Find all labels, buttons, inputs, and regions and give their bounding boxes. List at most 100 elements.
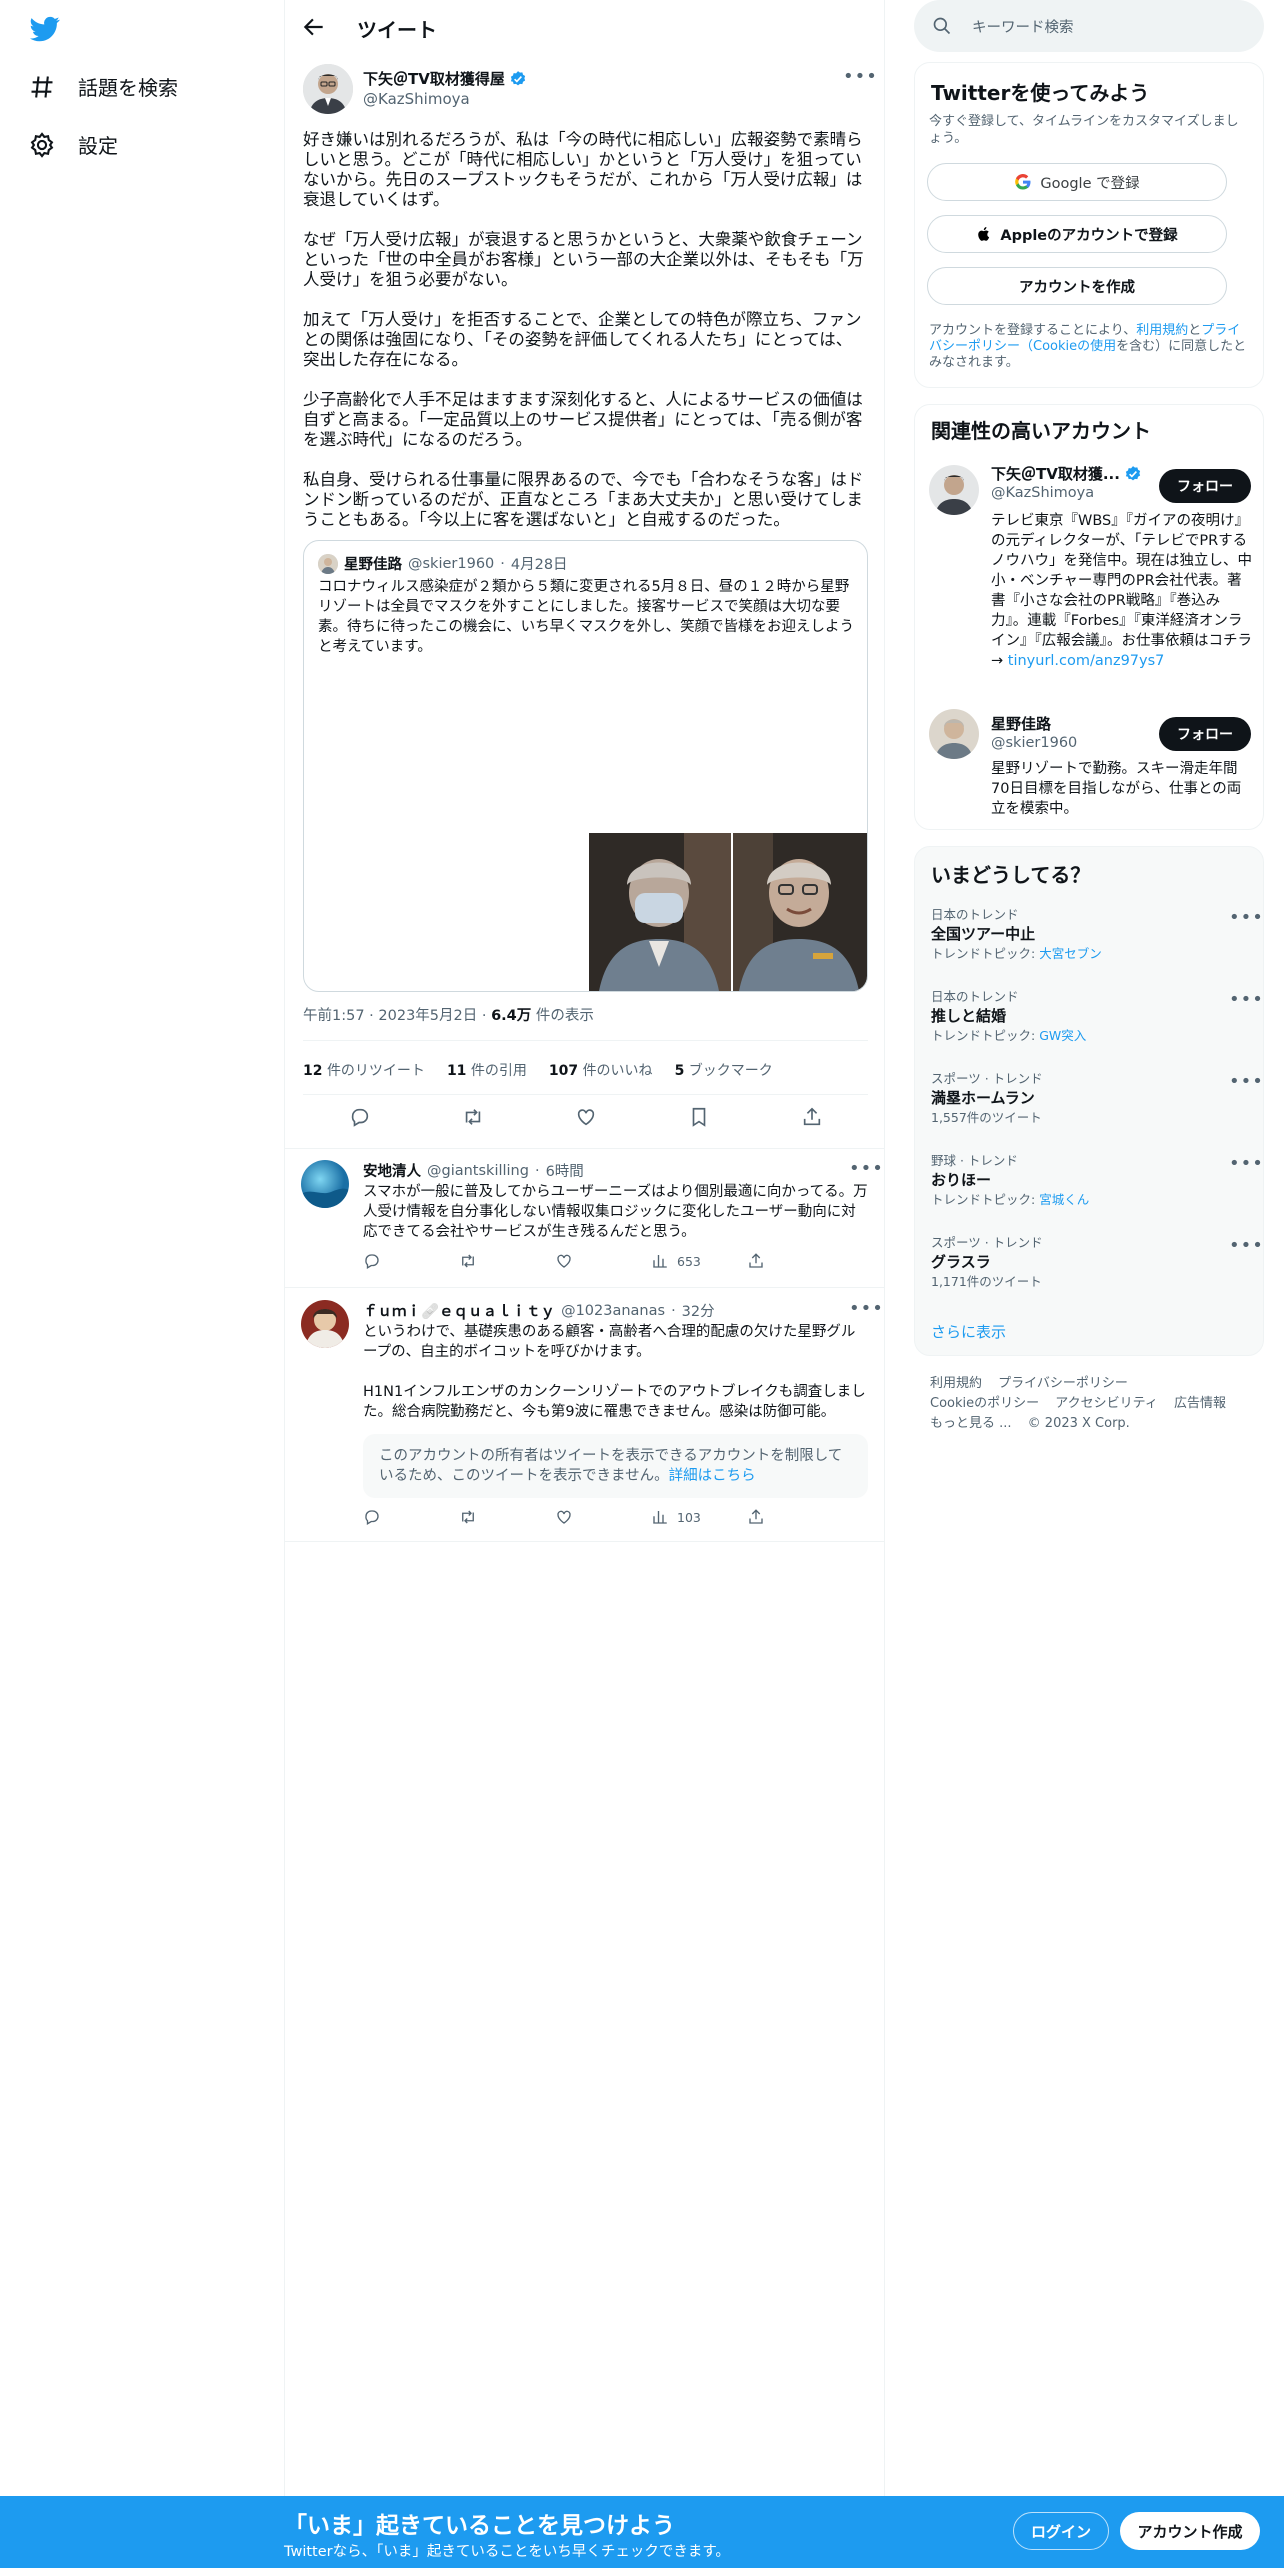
author-avatar[interactable] xyxy=(303,64,353,114)
footer-link[interactable]: Cookieのポリシー xyxy=(930,1396,1039,1411)
account-avatar[interactable] xyxy=(929,465,979,515)
trend-name: おりほー xyxy=(931,1171,992,1189)
trends-title: いまどうしてる？ xyxy=(931,863,1091,887)
footer-link[interactable]: 広告情報 xyxy=(1174,1396,1226,1411)
stat-bookmarks-count: 5 xyxy=(674,1063,685,1079)
quoted-tweet[interactable]: 星野佳路 @skier1960 · 4月28日 コロナウィルス感染症が２類から５… xyxy=(303,540,868,992)
footer-link[interactable]: 利用規約 xyxy=(930,1376,982,1391)
main-column: ツイート 下矢＠TV取材獲得屋 @KazShimoya ••• 好き嫌いは別れる… xyxy=(284,0,885,2568)
tweet-paragraph: 少子高齢化で人手不足はますます深刻化すると、人によるサービスの価値は自ずと高まる… xyxy=(303,390,863,449)
nav-explore[interactable]: 話題を検索 xyxy=(28,72,178,101)
reply-share-button[interactable] xyxy=(747,1508,843,1526)
create-account-button[interactable]: アカウントを作成 xyxy=(927,267,1227,305)
account-name: 下矢＠TV取材獲... xyxy=(991,465,1120,483)
retweet-icon[interactable] xyxy=(462,1106,484,1128)
trend-category: 日本のトレンド xyxy=(931,989,1019,1004)
more-options-icon[interactable]: ••• xyxy=(1229,1071,1263,1092)
more-options-icon[interactable]: ••• xyxy=(1229,1153,1263,1174)
trend-topic-link[interactable]: 宮城くん xyxy=(1039,1192,1089,1207)
reply-views-button[interactable]: 653 xyxy=(651,1252,747,1270)
stat-retweets[interactable]: 12 件のリツイート xyxy=(303,1060,425,1080)
verified-badge-icon xyxy=(510,70,525,85)
signup-button[interactable]: アカウント作成 xyxy=(1120,2512,1260,2550)
like-icon[interactable] xyxy=(575,1106,597,1128)
footer-link[interactable]: プライバシーポリシー xyxy=(998,1376,1128,1391)
reply-share-button[interactable] xyxy=(747,1252,843,1270)
footer-link[interactable]: アクセシビリティ xyxy=(1055,1396,1158,1411)
reply-author-name[interactable]: ｆｕｍｉ🩹ｅｑｕａｌｉｔｙ xyxy=(363,1300,555,1321)
tweet-views-label: 件の表示 xyxy=(535,1008,594,1024)
trend-sub-label: トレンドトピック: xyxy=(931,1028,1040,1043)
bookmark-icon[interactable] xyxy=(688,1106,710,1128)
author-name-row[interactable]: 下矢＠TV取材獲得屋 xyxy=(363,68,527,89)
header: ツイート xyxy=(285,0,885,54)
more-options-icon[interactable]: ••• xyxy=(849,1158,883,1179)
trend-name: 満塁ホームラン xyxy=(931,1089,1035,1107)
reply-retweet-button[interactable] xyxy=(459,1508,555,1526)
quote-photo-smiling[interactable] xyxy=(733,833,867,991)
trend-item[interactable]: スポーツ · トレンド 満塁ホームラン 1,557件のツイート ••• xyxy=(931,1071,1263,1127)
terms-link[interactable]: 利用規約 xyxy=(1136,323,1188,338)
copyright: © 2023 X Corp. xyxy=(1027,1416,1130,1431)
reply-retweet-button[interactable] xyxy=(459,1252,555,1270)
tweet-author: 下矢＠TV取材獲得屋 @KazShimoya ••• xyxy=(303,64,877,120)
trend-item[interactable]: 日本のトレンド 全国ツアー中止 トレンドトピック: 大宮セブン ••• xyxy=(931,907,1263,963)
tweet-time[interactable]: 午前1:57 xyxy=(303,1008,365,1024)
reply-reply-button[interactable] xyxy=(363,1508,459,1526)
share-icon[interactable] xyxy=(801,1106,823,1128)
nav-settings[interactable]: 設定 xyxy=(28,130,118,159)
reply-avatar[interactable] xyxy=(301,1300,349,1348)
stat-likes[interactable]: 107 件のいいね xyxy=(549,1060,653,1080)
account-name-row: 下矢＠TV取材獲... xyxy=(991,463,1142,484)
trend-item[interactable]: スポーツ · トレンド グラスラ 1,171件のツイート ••• xyxy=(931,1235,1263,1291)
reply-tweet[interactable]: ｆｕｍｉ🩹ｅｑｕａｌｉｔｙ @1023ananas · 32分 ••• というわ… xyxy=(285,1288,885,1542)
reply-like-button[interactable] xyxy=(555,1252,651,1270)
trend-topic-link[interactable]: GW突入 xyxy=(1039,1028,1086,1043)
tweet-text: 好き嫌いは別れるだろうが、私は「今の時代に相応しい」広報姿勢で素晴らしいと思う。… xyxy=(303,130,868,550)
tweet-date[interactable]: 2023年5月2日 xyxy=(378,1008,477,1024)
hashtag-icon xyxy=(31,75,53,98)
apple-signup-button[interactable]: Appleのアカウントで登録 xyxy=(927,215,1227,253)
twitter-logo-icon[interactable] xyxy=(28,14,62,44)
notice-learn-more-link[interactable]: 詳細はこちら xyxy=(669,1468,756,1484)
more-options-icon[interactable]: ••• xyxy=(1229,1235,1263,1256)
reply-reply-button[interactable] xyxy=(363,1252,459,1270)
left-nav: 話題を検索 設定 xyxy=(0,0,284,2568)
stat-likes-count: 107 xyxy=(548,1063,579,1079)
login-button[interactable]: ログイン xyxy=(1013,2512,1109,2550)
more-options-icon[interactable]: ••• xyxy=(1229,907,1263,928)
reply-time[interactable]: 6時間 xyxy=(546,1160,584,1181)
stat-bookmarks[interactable]: 5 ブックマーク xyxy=(675,1060,773,1080)
back-arrow-icon[interactable] xyxy=(301,14,327,40)
trend-topic-link[interactable]: 大宮セブン xyxy=(1039,946,1102,961)
trend-item[interactable]: 日本のトレンド 推しと結婚 トレンドトピック: GW突入 ••• xyxy=(931,989,1263,1045)
bottom-bar-title: 「いま」起きていることを見つけよう xyxy=(284,2513,675,2539)
reply-avatar[interactable] xyxy=(301,1160,349,1208)
reply-views-button[interactable]: 103 xyxy=(651,1508,747,1526)
show-more-trends-link[interactable]: さらに表示 xyxy=(931,1321,1006,1342)
follow-button[interactable]: フォロー xyxy=(1159,717,1251,751)
nav-explore-label: 話題を検索 xyxy=(78,76,178,100)
account-avatar[interactable] xyxy=(929,709,979,759)
trend-item[interactable]: 野球 · トレンド おりほー トレンドトピック: 宮城くん ••• xyxy=(931,1153,1263,1209)
follow-button[interactable]: フォロー xyxy=(1159,469,1251,503)
nav-settings-label: 設定 xyxy=(78,134,118,158)
trend-name: 推しと結婚 xyxy=(931,1007,1007,1025)
stat-quotes[interactable]: 11 件の引用 xyxy=(447,1060,527,1080)
more-options-icon[interactable]: ••• xyxy=(843,66,877,87)
reply-tweet[interactable]: 安地清人 @giantskilling · 6時間 ••• スマホが一般に普及し… xyxy=(285,1148,885,1288)
more-options-icon[interactable]: ••• xyxy=(1229,989,1263,1010)
author-name: 下矢＠TV取材獲得屋 xyxy=(363,70,505,88)
more-options-icon[interactable]: ••• xyxy=(849,1298,883,1319)
footer-link[interactable]: もっと見る ... xyxy=(930,1416,1012,1431)
quote-photo-masked[interactable] xyxy=(589,833,731,991)
reply-like-button[interactable] xyxy=(555,1508,651,1526)
reply-time[interactable]: 32分 xyxy=(682,1300,715,1321)
account-bio-link[interactable]: tinyurl.com/anz97ys7 xyxy=(1008,653,1165,669)
google-signup-button[interactable]: Google で登録 xyxy=(927,163,1227,201)
reply-author-name[interactable]: 安地清人 xyxy=(363,1160,421,1181)
search-input[interactable]: キーワード検索 xyxy=(914,0,1264,52)
share-icon xyxy=(749,1509,763,1524)
reply-icon[interactable] xyxy=(349,1106,371,1128)
